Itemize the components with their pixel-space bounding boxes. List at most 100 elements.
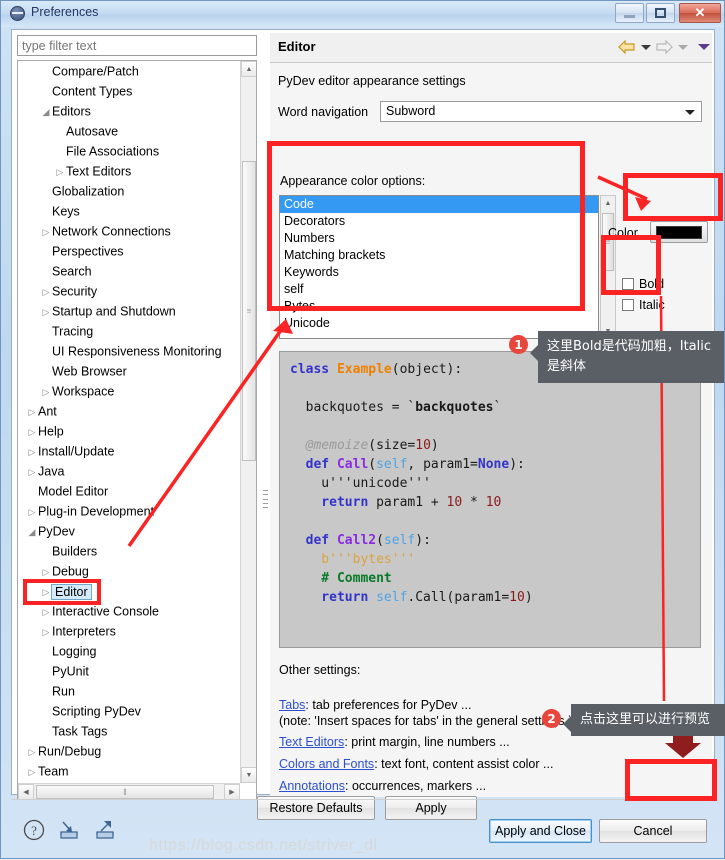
appearance-option-bytes[interactable]: Bytes	[280, 298, 598, 315]
twisty-icon[interactable]: ◢	[26, 522, 38, 542]
list-scroll-thumb[interactable]	[602, 213, 614, 271]
twisty-icon[interactable]: ▷	[40, 282, 52, 302]
tree-item-java[interactable]: ▷ Java	[18, 461, 240, 481]
preferences-tree[interactable]: Compare/Patch Content Types ◢ Editors Autosa…	[17, 60, 257, 800]
tree-item-pyunit[interactable]: PyUnit	[18, 661, 240, 681]
twisty-icon[interactable]: ◢	[40, 102, 52, 122]
tree-item-security[interactable]: ▷ Security	[18, 281, 240, 301]
twisty-icon[interactable]: ▷	[26, 502, 38, 522]
tree-horizontal-scrollbar[interactable]: ◀ ▶	[18, 783, 240, 799]
tree-scroll-thumb[interactable]	[242, 161, 256, 461]
close-button[interactable]: ✕	[679, 3, 721, 23]
twisty-icon[interactable]: ▷	[54, 162, 66, 182]
tree-item-editor[interactable]: ▷ Editor	[18, 581, 240, 601]
scroll-left-icon[interactable]: ◀	[18, 784, 34, 799]
code-token: self	[376, 457, 408, 472]
export-icon[interactable]	[93, 819, 117, 844]
italic-checkbox-row[interactable]: Italic	[622, 298, 665, 312]
back-arrow-icon[interactable]	[618, 39, 635, 57]
twisty-icon[interactable]: ▷	[40, 562, 52, 582]
help-icon[interactable]: ?	[23, 819, 45, 844]
tree-item-builders[interactable]: Builders	[18, 541, 240, 561]
tree-item-interactive-console[interactable]: ▷ Interactive Console	[18, 601, 240, 621]
tree-item-search[interactable]: Search	[18, 261, 240, 281]
appearance-color-options-list[interactable]: Code Decorators Numbers Matching brackets Ke…	[279, 195, 599, 339]
tree-item-compare-patch[interactable]: Compare/Patch	[18, 61, 240, 81]
maximize-button[interactable]	[646, 3, 675, 23]
scroll-down-icon[interactable]: ▼	[241, 767, 256, 783]
bold-checkbox-row[interactable]: Bold	[622, 277, 664, 291]
tree-item-file-associations[interactable]: File Associations	[18, 141, 240, 161]
tree-item-pydev[interactable]: ◢ PyDev	[18, 521, 240, 541]
scroll-up-icon[interactable]: ▲	[241, 61, 256, 77]
cancel-button[interactable]: Cancel	[599, 819, 707, 843]
twisty-icon[interactable]: ▷	[26, 762, 38, 781]
tree-item-workspace[interactable]: ▷ Workspace	[18, 381, 240, 401]
back-dropdown-icon[interactable]	[641, 45, 651, 50]
link-annotations[interactable]: Annotations	[279, 779, 345, 793]
apply-and-close-button[interactable]: Apply and Close	[489, 819, 592, 843]
twisty-icon[interactable]: ▷	[40, 622, 52, 642]
twisty-icon[interactable]: ▷	[26, 442, 38, 462]
tree-item-interpreters[interactable]: ▷ Interpreters	[18, 621, 240, 641]
twisty-icon[interactable]: ▷	[26, 742, 38, 762]
appearance-option-code[interactable]: Code	[280, 196, 598, 213]
tree-item-plug-in-development[interactable]: ▷ Plug-in Development	[18, 501, 240, 521]
twisty-icon[interactable]: ▷	[26, 462, 38, 482]
tree-item-web-browser[interactable]: Web Browser	[18, 361, 240, 381]
appearance-list-scrollbar[interactable]: ▲ ▼	[600, 195, 616, 339]
twisty-icon[interactable]: ▷	[26, 422, 38, 442]
tree-item-tracing[interactable]: Tracing	[18, 321, 240, 341]
tree-item-install-update[interactable]: ▷ Install/Update	[18, 441, 240, 461]
tree-item-scripting-pydev[interactable]: Scripting PyDev	[18, 701, 240, 721]
appearance-option-matching-brackets[interactable]: Matching brackets	[280, 247, 598, 264]
tree-item-task-tags[interactable]: Task Tags	[18, 721, 240, 741]
tree-item-editors[interactable]: ◢ Editors	[18, 101, 240, 121]
appearance-option-unicode[interactable]: Unicode	[280, 315, 598, 332]
appearance-color-options-label: Appearance color options:	[280, 174, 426, 188]
list-scroll-up-icon[interactable]: ▲	[601, 196, 615, 210]
bold-checkbox[interactable]	[622, 278, 634, 290]
scroll-right-icon[interactable]: ▶	[224, 784, 240, 799]
tree-item-startup-and-shutdown[interactable]: ▷ Startup and Shutdown	[18, 301, 240, 321]
tree-vertical-scrollbar[interactable]: ▲ ▼	[240, 61, 256, 783]
tree-hscroll-thumb[interactable]	[36, 785, 214, 799]
tree-item-run-debug[interactable]: ▷ Run/Debug	[18, 741, 240, 761]
tree-item-model-editor[interactable]: Model Editor	[18, 481, 240, 501]
link-tabs[interactable]: Tabs	[279, 698, 305, 712]
link-text-editors[interactable]: Text Editors	[279, 735, 344, 749]
filter-input[interactable]	[17, 35, 257, 56]
tree-item-globalization[interactable]: Globalization	[18, 181, 240, 201]
twisty-icon[interactable]: ▷	[40, 222, 52, 242]
appearance-option-keywords[interactable]: Keywords	[280, 264, 598, 281]
link-colors-and-fonts[interactable]: Colors and Fonts	[279, 757, 374, 771]
appearance-option-numbers[interactable]: Numbers	[280, 230, 598, 247]
color-picker-button[interactable]	[650, 221, 708, 243]
twisty-icon[interactable]: ▷	[26, 402, 38, 422]
tree-item-logging[interactable]: Logging	[18, 641, 240, 661]
tree-item-perspectives[interactable]: Perspectives	[18, 241, 240, 261]
pane-splitter[interactable]	[262, 60, 270, 800]
tree-item-text-editors[interactable]: ▷ Text Editors	[18, 161, 240, 181]
tree-item-network-connections[interactable]: ▷ Network Connections	[18, 221, 240, 241]
appearance-option-decorators[interactable]: Decorators	[280, 213, 598, 230]
tree-item-debug[interactable]: ▷ Debug	[18, 561, 240, 581]
twisty-icon[interactable]: ▷	[40, 602, 52, 622]
appearance-option-self[interactable]: self	[280, 281, 598, 298]
minimize-button[interactable]	[615, 3, 644, 23]
tree-item-ant[interactable]: ▷ Ant	[18, 401, 240, 421]
word-navigation-select[interactable]: Subword	[380, 101, 702, 122]
tree-item-help[interactable]: ▷ Help	[18, 421, 240, 441]
tree-item-autosave[interactable]: Autosave	[18, 121, 240, 141]
tree-item-team[interactable]: ▷ Team	[18, 761, 240, 781]
forward-dropdown-icon[interactable]	[678, 45, 688, 50]
tree-item-ui-responsiveness-monitoring[interactable]: UI Responsiveness Monitoring	[18, 341, 240, 361]
twisty-icon[interactable]: ▷	[40, 302, 52, 322]
italic-checkbox[interactable]	[622, 299, 634, 311]
tree-item-content-types[interactable]: Content Types	[18, 81, 240, 101]
tree-item-run[interactable]: Run	[18, 681, 240, 701]
twisty-icon[interactable]: ▷	[40, 382, 52, 402]
import-icon[interactable]	[57, 819, 81, 844]
view-menu-icon[interactable]	[698, 44, 710, 50]
tree-item-keys[interactable]: Keys	[18, 201, 240, 221]
